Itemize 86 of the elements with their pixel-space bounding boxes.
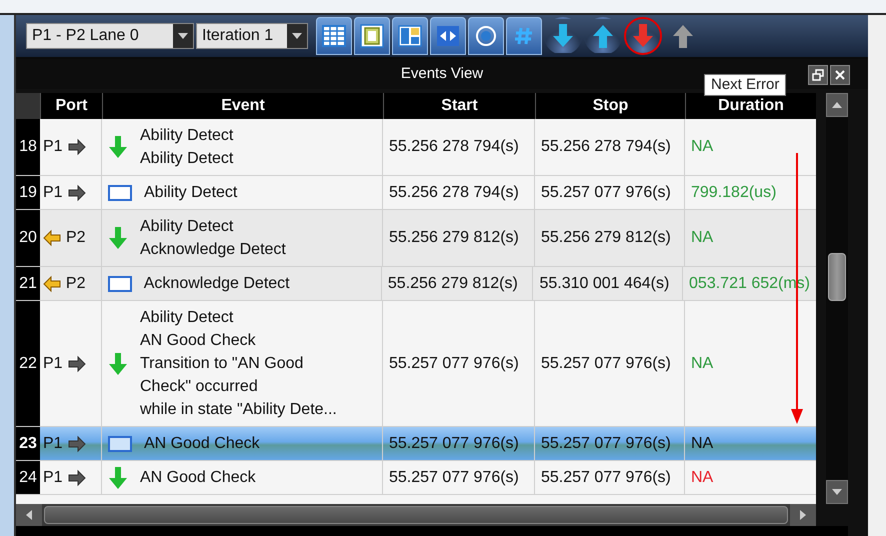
down-arrow-button[interactable] [544, 17, 582, 55]
toolbar-button[interactable] [468, 17, 504, 55]
event-text: Ability Detect [140, 308, 234, 328]
left-triangle-icon [26, 510, 32, 520]
scroll-down-button[interactable] [826, 480, 848, 504]
event-text: AN Good Check [140, 331, 257, 351]
vertical-scrollbar[interactable] [826, 93, 848, 504]
row-number: 20 [16, 210, 40, 266]
table-row[interactable]: 18 P1 Ability Detect Ability Detect 55.256 278 794(s) 55.256 278 794(s) NA [16, 119, 816, 176]
table-cell: 55.257 077 976(s) [535, 176, 685, 209]
event-text: Check" occurred [140, 377, 259, 397]
horizontal-scrollbar[interactable] [16, 504, 816, 526]
restore-icon [812, 69, 824, 81]
event-text: AN Good Check [140, 468, 256, 488]
table-cell: 55.256 279 812(s) [535, 210, 685, 266]
table-cell: 55.257 077 976(s) [535, 461, 685, 494]
port-label: P1 [43, 434, 63, 454]
table-row[interactable]: 19 P1 Ability Detect 55.256 278 794(s) 55.257 077 976(s) 799.182(us) [16, 176, 816, 210]
table-cell: 55.310 001 464(s) [533, 267, 684, 300]
table-cell: 55.256 278 794(s) [383, 119, 535, 175]
table-cell: 55.256 278 794(s) [383, 176, 535, 209]
table-row[interactable]: 22 P1 Ability Detect AN Good Check Transition to "AN Good Check" occurred while in state "Ability Dete... 55.257 077 976(s) 55.257 077 976(s) NA [16, 301, 816, 427]
row-number: 19 [16, 176, 40, 209]
table-cell: 55.257 077 976(s) [383, 427, 535, 460]
toolbar-button[interactable] [430, 17, 466, 55]
dropdown[interactable]: Iteration 1 [196, 23, 308, 49]
scroll-left-button[interactable] [16, 504, 42, 526]
row-number: 18 [16, 119, 40, 175]
port-label: P1 [43, 354, 63, 374]
toolbar-button[interactable] [506, 17, 542, 55]
table-cell: 55.256 279 812(s) [383, 210, 535, 266]
table-row[interactable]: 20 P2 Ability Detect Acknowledge Detect 55.256 279 812(s) 55.256 279 812(s) NA [16, 210, 816, 267]
caret-icon [292, 33, 302, 39]
table-row[interactable]: 24 P1 AN Good Check 55.257 077 976(s) 55.257 077 976(s) NA [16, 461, 816, 495]
row-number: 21 [16, 267, 40, 300]
toolbar-button[interactable] [316, 17, 352, 55]
port-label: P1 [43, 468, 63, 488]
scrollbar-thumb[interactable] [828, 253, 846, 301]
dropdown[interactable]: P1 - P2 Lane 0 [26, 23, 194, 49]
event-text: while in state "Ability Dete... [140, 400, 337, 420]
scroll-right-button[interactable] [790, 504, 816, 526]
down-arrow-button[interactable] [624, 17, 662, 55]
table-cell: 55.256 279 812(s) [382, 267, 534, 300]
table-cell-text: NA [690, 137, 714, 157]
table-cell: 55.257 077 976(s) [383, 301, 535, 426]
right-triangle-icon [800, 510, 806, 520]
event-text: Ability Detect [140, 149, 234, 169]
header-corner [16, 93, 40, 119]
event-text: Ability Detect [140, 126, 234, 146]
port-label: P1 [43, 137, 63, 157]
table-cell: 55.257 077 976(s) [535, 427, 685, 460]
scrollbar-thumb[interactable] [44, 506, 788, 524]
toolbar-button[interactable] [354, 17, 390, 55]
frame-icon [358, 22, 386, 50]
table-cell-text: NA [690, 468, 714, 488]
restore-button[interactable] [808, 65, 828, 85]
panel-title: Events View [400, 64, 484, 84]
event-text: Acknowledge Detect [144, 274, 290, 294]
table-cell-text: NA [690, 354, 714, 374]
table-cell-text: 799.182(us) [690, 182, 778, 202]
tooltip: Next Error [704, 74, 786, 96]
table-cell: 55.256 278 794(s) [535, 119, 685, 175]
event-text: Transition to "AN Good [140, 354, 304, 374]
port-label: P2 [66, 228, 86, 248]
table-cell: 55.257 077 976(s) [383, 461, 535, 494]
table-cell-text: NA [690, 228, 714, 248]
grid-icon [320, 22, 348, 50]
up-triangle-icon [832, 102, 842, 108]
event-text: Ability Detect [144, 183, 238, 203]
event-text: AN Good Check [144, 434, 260, 454]
event-text: Ability Detect [140, 217, 234, 237]
table-cell: 55.257 077 976(s) [535, 301, 685, 426]
scroll-up-button[interactable] [826, 93, 848, 117]
row-number: 23 [16, 427, 40, 460]
row-number: 22 [16, 301, 40, 426]
close-button[interactable] [830, 65, 850, 85]
row-number: 24 [16, 461, 40, 494]
toolbar-button[interactable] [392, 17, 428, 55]
selected-table-row[interactable]: 23 P1 AN Good Check 55.257 077 976(s) 55.257 077 976(s) NA [16, 427, 816, 461]
caret-icon [178, 33, 188, 39]
down-triangle-icon [832, 489, 842, 495]
port-label: P2 [66, 274, 86, 294]
event-text: Acknowledge Detect [140, 240, 286, 260]
table-cell-text: NA [690, 434, 714, 454]
close-icon [834, 69, 846, 81]
port-label: P1 [43, 182, 63, 202]
